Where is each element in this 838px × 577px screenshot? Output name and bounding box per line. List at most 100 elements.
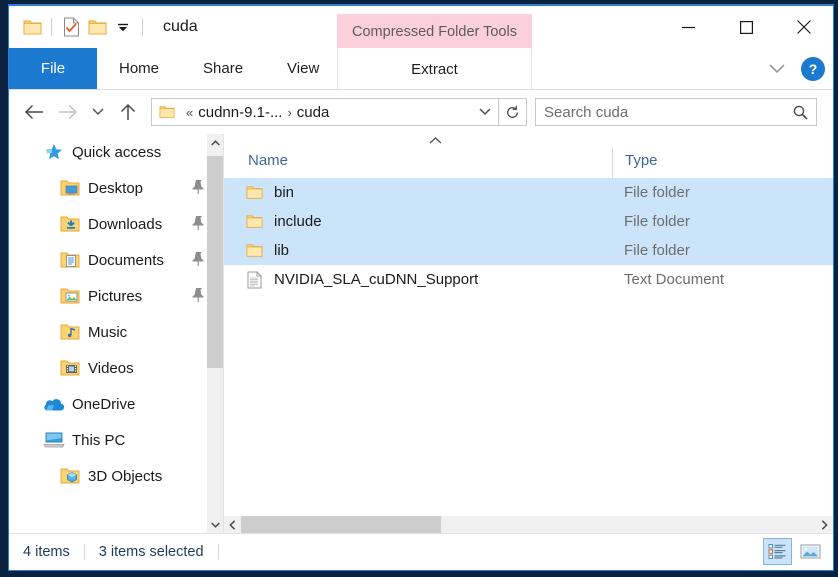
folder-icon: [152, 105, 181, 119]
file-name-cell[interactable]: lib: [224, 241, 612, 261]
file-name-label: lib: [274, 242, 290, 259]
sidebar-item-desktop[interactable]: Desktop: [9, 170, 223, 206]
sidebar-item-onedrive[interactable]: OneDrive: [9, 386, 223, 422]
details-view-icon[interactable]: [763, 538, 792, 565]
large-icons-view-icon[interactable]: [796, 538, 825, 565]
sidebar-item-downloads[interactable]: Downloads: [9, 206, 223, 242]
close-icon[interactable]: [775, 6, 833, 48]
file-name-cell[interactable]: bin: [224, 183, 612, 203]
quick-access-toolbar: [9, 14, 149, 40]
table-row[interactable]: NVIDIA_SLA_cuDNN_Support Text Document: [224, 265, 833, 294]
search-box[interactable]: [535, 98, 817, 126]
chevron-down-icon[interactable]: [472, 99, 498, 125]
chevron-right-icon[interactable]: [816, 516, 833, 533]
tab-home[interactable]: Home: [97, 48, 181, 89]
sidebar-item-label: Desktop: [88, 179, 144, 197]
sidebar-item-pictures[interactable]: Pictures: [9, 278, 223, 314]
chevron-left-icon[interactable]: [224, 516, 241, 533]
text-document-icon: [244, 270, 264, 290]
table-row[interactable]: include File folder: [224, 207, 833, 236]
file-type-label: File folder: [624, 242, 690, 259]
folder-icon[interactable]: [19, 14, 45, 40]
sidebar-item-this-pc[interactable]: This PC: [9, 422, 223, 458]
sidebar-scrollbar[interactable]: [206, 134, 223, 533]
folder-icon: [244, 241, 264, 261]
customize-qat-chevron-icon[interactable]: [110, 14, 136, 40]
breadcrumb[interactable]: « cudnn-9.1-... › cuda: [151, 98, 499, 126]
column-header-name[interactable]: Name: [224, 152, 612, 178]
pictures-folder-icon: [59, 285, 81, 307]
status-separator-2: [217, 544, 219, 560]
recent-locations-chevron-icon[interactable]: [85, 95, 111, 129]
window-title: cuda: [163, 18, 198, 35]
chevron-up-icon[interactable]: [207, 134, 223, 151]
videos-folder-icon: [59, 357, 81, 379]
file-name-cell[interactable]: include: [224, 212, 612, 232]
column-header-type[interactable]: Type: [612, 148, 658, 178]
tab-extract[interactable]: Extract: [337, 48, 532, 90]
sidebar-item-label: Quick access: [72, 143, 162, 161]
sidebar-item-label: Pictures: [88, 287, 143, 305]
file-list-pane: Name Type bin File folder include File f…: [224, 134, 833, 533]
breadcrumb-item-0[interactable]: cudnn-9.1-...: [198, 104, 282, 121]
help-button[interactable]: ?: [801, 57, 825, 81]
maximize-icon[interactable]: [717, 6, 775, 48]
pin-icon[interactable]: [191, 287, 205, 303]
search-icon[interactable]: [793, 105, 808, 120]
desktop-folder-icon: [59, 177, 81, 199]
tab-share[interactable]: Share: [181, 48, 265, 89]
sidebar-item-music[interactable]: Music: [9, 314, 223, 350]
pin-icon[interactable]: [191, 215, 205, 231]
table-row[interactable]: bin File folder: [224, 178, 833, 207]
refresh-icon[interactable]: [499, 98, 527, 126]
arrow-left-icon[interactable]: [17, 95, 51, 129]
breadcrumb-overflow[interactable]: «: [181, 105, 198, 120]
sidebar-item-label: This PC: [72, 431, 126, 449]
chevron-down-icon[interactable]: [763, 55, 791, 83]
folder-icon: [244, 212, 264, 232]
file-type-label: File folder: [624, 184, 690, 201]
properties-check-icon[interactable]: [58, 14, 84, 40]
item-count-label: 4 items: [23, 544, 70, 560]
file-name-cell[interactable]: NVIDIA_SLA_cuDNN_Support: [224, 270, 612, 290]
sidebar-scrollbar-thumb[interactable]: [207, 156, 223, 368]
sidebar-item-label: Documents: [88, 251, 164, 269]
table-row[interactable]: lib File folder: [224, 236, 833, 265]
search-input[interactable]: [544, 103, 793, 121]
quick-access-star-icon: [43, 141, 65, 163]
view-mode-buttons: [763, 538, 825, 565]
file-name-label: NVIDIA_SLA_cuDNN_Support: [274, 271, 479, 288]
sidebar-item-label: Videos: [88, 359, 134, 377]
explorer-window: cuda Compressed Folder Tools File Home S…: [8, 4, 834, 571]
sidebar-item-quick-access[interactable]: Quick access: [9, 134, 223, 170]
tab-view[interactable]: View: [265, 48, 341, 89]
this-pc-monitor-icon: [43, 429, 65, 451]
breadcrumb-item-1[interactable]: cuda: [297, 104, 330, 121]
sidebar-item-label: OneDrive: [72, 395, 136, 413]
pin-icon[interactable]: [191, 179, 205, 195]
sidebar-item-3d-objects[interactable]: 3D Objects: [9, 458, 223, 494]
minimize-icon[interactable]: [659, 6, 717, 48]
music-folder-icon: [59, 321, 81, 343]
file-type-label: Text Document: [624, 271, 725, 288]
horizontal-scrollbar-thumb[interactable]: [241, 516, 441, 533]
chevron-down-icon[interactable]: [207, 516, 223, 533]
breadcrumb-separator[interactable]: ›: [282, 105, 296, 120]
sidebar-item-label: 3D Objects: [88, 467, 163, 485]
tab-file[interactable]: File: [9, 48, 97, 89]
address-bar: « cudnn-9.1-... › cuda: [9, 90, 833, 134]
pin-icon[interactable]: [191, 251, 205, 267]
3d-objects-folder-icon: [59, 465, 81, 487]
sidebar-item-documents[interactable]: Documents: [9, 242, 223, 278]
ribbon-right-controls: ?: [763, 48, 825, 90]
sidebar-item-videos[interactable]: Videos: [9, 350, 223, 386]
status-bar: 4 items 3 items selected: [9, 533, 833, 570]
onedrive-cloud-icon: [43, 393, 65, 415]
horizontal-scrollbar[interactable]: [224, 516, 833, 533]
new-folder-icon[interactable]: [84, 14, 110, 40]
ribbon-tab-bar: File Home Share View Extract ?: [9, 48, 833, 90]
qat-separator-2: [142, 18, 143, 36]
qat-separator: [51, 18, 52, 36]
selection-count-label: 3 items selected: [98, 544, 204, 560]
arrow-up-icon[interactable]: [111, 95, 145, 129]
